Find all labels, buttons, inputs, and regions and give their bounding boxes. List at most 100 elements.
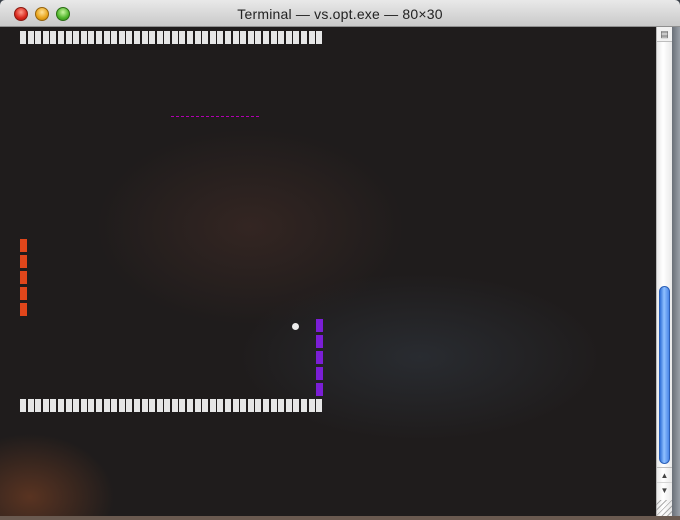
wall-block <box>293 31 300 44</box>
scroll-down-arrow-icon[interactable]: ▼ <box>657 482 672 497</box>
wall-block <box>179 31 186 44</box>
wall-block <box>285 31 292 44</box>
paddle-segment <box>316 351 323 364</box>
wall-block <box>225 399 232 412</box>
wall-block <box>187 399 194 412</box>
wall-block <box>263 31 269 44</box>
wall-block <box>270 31 277 44</box>
wall-block <box>50 399 57 412</box>
wall-block <box>278 31 285 44</box>
vertical-scrollbar[interactable]: ▤ ▲ ▼ <box>656 27 672 516</box>
wall-block <box>111 399 118 412</box>
wall-block <box>316 31 323 44</box>
wall-block <box>103 31 110 44</box>
right-paddle <box>316 319 323 399</box>
paddle-segment <box>20 287 27 300</box>
terminal-content[interactable] <box>0 27 656 516</box>
split-pane-icon[interactable]: ▤ <box>657 27 672 42</box>
wall-block <box>209 31 216 44</box>
window-title: Terminal — vs.opt.exe — 80×30 <box>237 6 443 22</box>
wall-block <box>95 31 102 44</box>
wall-block <box>247 31 254 44</box>
wall-block <box>300 399 307 412</box>
desktop-background-edge <box>672 27 680 520</box>
wall-block <box>171 399 178 412</box>
center-divider-line <box>171 116 259 118</box>
top-wall <box>20 31 324 44</box>
wall-block <box>126 399 133 412</box>
wall-block <box>42 31 49 44</box>
wall-block <box>202 399 209 412</box>
desktop-background-bottom <box>0 516 680 520</box>
wall-block <box>27 399 34 412</box>
wall-block <box>232 399 239 412</box>
paddle-segment <box>20 303 27 316</box>
scrollbar-thumb[interactable] <box>659 286 670 464</box>
wall-block <box>308 399 315 412</box>
wall-block <box>65 399 72 412</box>
paddle-segment <box>316 319 323 332</box>
wall-block <box>80 31 87 44</box>
wall-block <box>285 399 292 412</box>
wall-block <box>149 399 156 412</box>
wall-block <box>27 31 34 44</box>
wall-block <box>133 31 140 44</box>
wall-block <box>57 31 64 44</box>
wall-block <box>300 31 307 44</box>
wall-block <box>278 399 285 412</box>
wall-block <box>209 399 216 412</box>
paddle-segment <box>20 239 27 252</box>
wall-block <box>88 31 95 44</box>
wall-block <box>240 31 247 44</box>
wall-block <box>73 399 80 412</box>
wall-block <box>133 399 140 412</box>
paddle-segment <box>316 383 323 396</box>
wall-block <box>194 399 201 412</box>
title-bar[interactable]: Terminal — vs.opt.exe — 80×30 <box>0 0 680 27</box>
wall-block <box>50 31 57 44</box>
wall-block <box>232 31 239 44</box>
wall-block <box>156 399 163 412</box>
wall-block <box>73 31 80 44</box>
wall-block <box>202 31 209 44</box>
scroll-up-arrow-icon[interactable]: ▲ <box>657 467 672 482</box>
wall-block <box>103 399 110 412</box>
wall-block <box>95 399 102 412</box>
left-paddle <box>20 239 27 319</box>
paddle-segment <box>316 367 323 380</box>
bottom-wall <box>20 399 324 412</box>
wall-block <box>240 399 247 412</box>
wall-block <box>20 31 26 44</box>
wall-block <box>255 399 262 412</box>
wall-block <box>194 31 201 44</box>
wall-block <box>187 31 194 44</box>
wall-block <box>111 31 118 44</box>
wall-block <box>179 399 186 412</box>
wall-block <box>118 399 125 412</box>
wall-block <box>20 399 26 412</box>
wall-block <box>118 31 125 44</box>
resize-grip-icon[interactable] <box>656 500 672 516</box>
wall-block <box>35 399 42 412</box>
terminal-window: Terminal — vs.opt.exe — 80×30 ▤ ▲ ▼ <box>0 0 680 520</box>
wall-block <box>270 399 277 412</box>
wall-block <box>255 31 262 44</box>
wall-block <box>88 399 95 412</box>
wall-block <box>171 31 178 44</box>
wall-block <box>149 31 156 44</box>
wall-block <box>293 399 300 412</box>
wall-block <box>263 399 269 412</box>
wall-block <box>35 31 42 44</box>
ball <box>292 323 299 330</box>
wall-block <box>164 399 171 412</box>
wall-block <box>126 31 133 44</box>
paddle-segment <box>20 271 27 284</box>
wall-block <box>42 399 49 412</box>
wall-block <box>141 31 148 44</box>
wall-block <box>57 399 64 412</box>
wall-block <box>164 31 171 44</box>
wall-block <box>316 399 323 412</box>
wall-block <box>65 31 72 44</box>
wall-block <box>141 399 148 412</box>
wall-block <box>308 31 315 44</box>
